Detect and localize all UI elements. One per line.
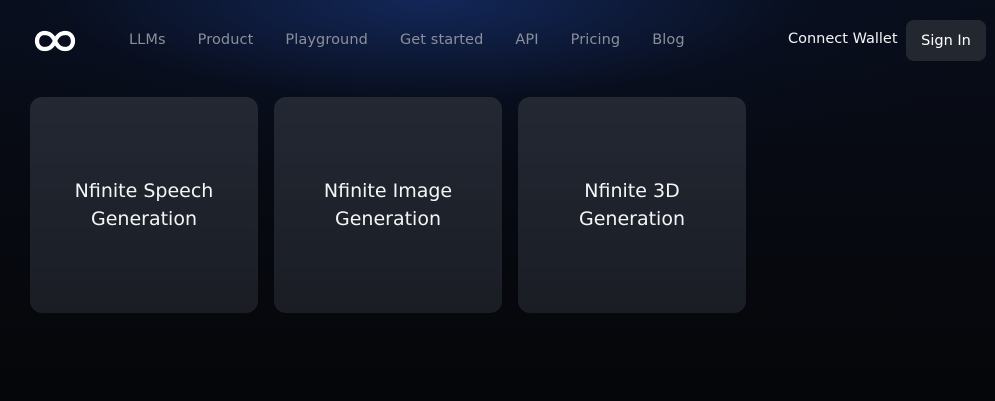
nav-link-playground[interactable]: Playground [285, 32, 368, 48]
card-title: Nfinite Image Generation [323, 180, 453, 230]
nav-link-pricing[interactable]: Pricing [571, 32, 621, 48]
logo-link[interactable] [33, 29, 77, 53]
nav-link-api[interactable]: API [515, 32, 538, 48]
card-speech-generation[interactable]: Nfinite Speech Generation [30, 97, 258, 313]
nav-link-product[interactable]: Product [198, 32, 254, 48]
sign-in-button[interactable]: Sign In [906, 20, 986, 61]
nav-link-get-started[interactable]: Get started [400, 32, 483, 48]
main-nav: LLMs Product Playground Get started API … [129, 0, 717, 80]
nav-link-llms[interactable]: LLMs [129, 32, 166, 48]
infinity-icon [34, 30, 76, 52]
top-navbar: LLMs Product Playground Get started API … [0, 0, 995, 80]
card-3d-generation[interactable]: Nfinite 3D Generation [518, 97, 746, 313]
nav-link-blog[interactable]: Blog [652, 32, 684, 48]
card-title: Nfinite Speech Generation [74, 180, 214, 230]
card-image-generation[interactable]: Nfinite Image Generation [274, 97, 502, 313]
connect-wallet-link[interactable]: Connect Wallet [788, 31, 898, 47]
card-title: Nfinite 3D Generation [579, 180, 685, 230]
